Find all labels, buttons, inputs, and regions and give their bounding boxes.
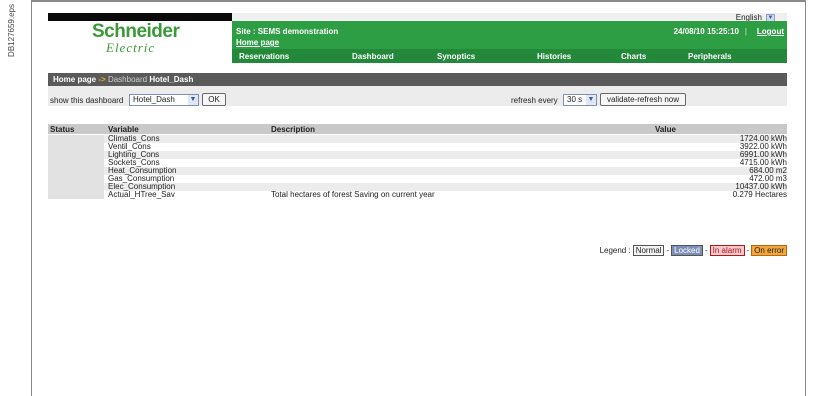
refresh-label: refresh every: [511, 96, 558, 105]
dashboard-select[interactable]: Hotel_Dash ▼: [129, 94, 199, 106]
refresh-select[interactable]: 30 s ▼: [563, 94, 597, 106]
status-legend: Legend : Normal - Locked - In alarm - On…: [600, 245, 787, 256]
header-top-bar: [232, 13, 787, 21]
legend-dash: -: [704, 246, 708, 255]
show-dashboard-label: show this dashboard: [50, 96, 124, 105]
breadcrumb-home[interactable]: Home page: [53, 75, 96, 84]
legend-alarm-badge: In alarm: [709, 245, 745, 256]
chevron-down-icon: ▼: [188, 95, 198, 105]
legend-label: Legend :: [599, 246, 631, 255]
nav-dashboard[interactable]: Dashboard: [352, 52, 394, 61]
breadcrumb-section[interactable]: Dashboard: [108, 75, 147, 84]
status-cell: [48, 167, 104, 175]
site-title: Site : SEMS demonstration: [236, 27, 339, 36]
status-cell: [48, 183, 104, 191]
column-variable: Variable: [108, 125, 139, 134]
validate-refresh-button[interactable]: validate-refresh now: [600, 93, 686, 106]
legend-dash: -: [746, 246, 750, 255]
status-cell: [48, 135, 104, 143]
breadcrumb: Home page -> Dashboard Hotel_Dash: [48, 73, 787, 86]
status-cell: [48, 191, 104, 199]
refresh-select-value: 30 s: [567, 95, 583, 104]
value-cell: 0.279 Hectares: [732, 190, 787, 199]
document-reference-text: DB127659.eps: [6, 4, 16, 57]
logo-line1: Schneider: [92, 21, 180, 42]
table-header: [48, 124, 787, 134]
nav-charts[interactable]: Charts: [621, 52, 646, 61]
column-description: Description: [271, 125, 316, 134]
nav-histories[interactable]: Histories: [537, 52, 571, 61]
nav-synoptics[interactable]: Synoptics: [437, 52, 475, 61]
status-cell: [48, 151, 104, 159]
home-page-link[interactable]: Home page: [236, 38, 279, 47]
table-row: Actual_HTree_Sav Total hectares of forest…: [48, 191, 787, 199]
schneider-electric-logo: Schneider Electric: [92, 21, 222, 55]
nav-peripherals[interactable]: Peripherals: [688, 52, 732, 61]
breadcrumb-current: Hotel_Dash: [149, 75, 194, 84]
status-cell: [48, 159, 104, 167]
breadcrumb-arrow-icon: ->: [98, 75, 106, 84]
column-value: Value: [655, 125, 676, 134]
ok-button[interactable]: OK: [202, 93, 226, 106]
logo-line2: Electric: [106, 40, 156, 55]
datetime: 24/08/10 15:25:10: [673, 27, 739, 36]
logout-link[interactable]: Logout: [757, 27, 784, 36]
legend-normal-badge: Normal: [632, 245, 665, 256]
header-separator: |: [744, 27, 747, 36]
header-black-bar: [48, 13, 232, 21]
description-cell: Total hectares of forest Saving on curre…: [271, 190, 435, 199]
dashboard-select-value: Hotel_Dash: [133, 95, 175, 104]
document-reference: DB127659.eps: [0, 0, 22, 396]
status-cell: [48, 143, 104, 151]
legend-error-badge: On error: [751, 245, 787, 256]
column-status: Status: [50, 125, 75, 134]
legend-locked-badge: Locked: [671, 245, 703, 256]
table-row: Climatis_Cons 1724.00 kWh: [48, 135, 787, 143]
status-cell: [48, 175, 104, 183]
legend-dash: -: [666, 246, 670, 255]
variable-cell: Actual_HTree_Sav: [108, 190, 175, 199]
nav-reservations[interactable]: Reservations: [239, 52, 289, 61]
chevron-down-icon: ▼: [586, 95, 596, 105]
